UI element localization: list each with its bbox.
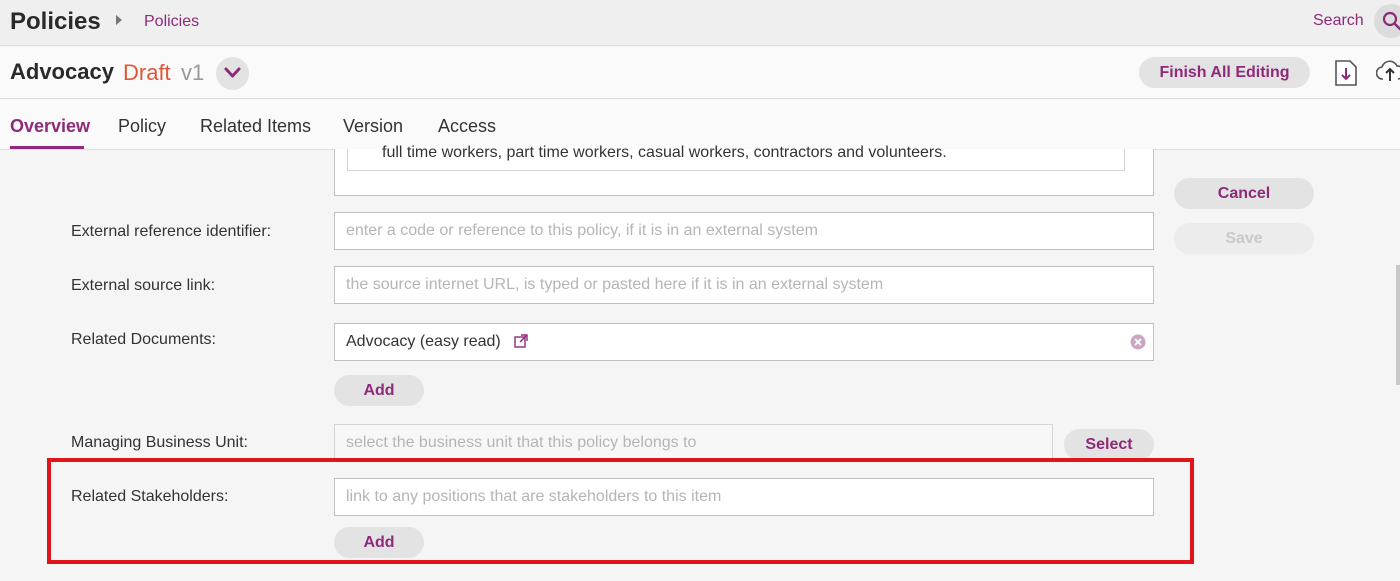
managing-business-unit-input[interactable]: [334, 424, 1053, 462]
version-dropdown-button[interactable]: [216, 57, 249, 90]
search-button[interactable]: [1374, 4, 1400, 38]
save-button[interactable]: Save: [1174, 223, 1314, 254]
top-bar: Policies Policies Search: [0, 0, 1400, 46]
external-source-link-label: External source link:: [71, 277, 216, 294]
description-list: full time workers, part time workers, ca…: [347, 144, 1125, 171]
tab-policy[interactable]: Policy: [118, 116, 166, 137]
tab-version[interactable]: Version: [343, 116, 403, 137]
search-icon: [1382, 11, 1400, 31]
document-version: v1: [181, 60, 205, 85]
tab-access[interactable]: Access: [438, 116, 496, 137]
breadcrumb-policies-link[interactable]: Policies: [144, 13, 199, 31]
document-name: Advocacy: [10, 59, 114, 84]
scrollbar-thumb[interactable]: [1396, 265, 1400, 385]
external-link-icon[interactable]: [514, 334, 528, 348]
cancel-button[interactable]: Cancel: [1174, 178, 1314, 209]
description-editor[interactable]: full time workers, part time workers, ca…: [334, 144, 1154, 196]
chevron-down-icon: [224, 67, 241, 78]
highlight-annotation-box: [47, 458, 1194, 564]
related-document-link[interactable]: Advocacy (easy read): [346, 333, 501, 351]
overview-form: full time workers, part time workers, ca…: [0, 144, 1400, 581]
app-title: Policies: [10, 8, 101, 35]
document-title-bar: Advocacy Draft v1 Finish All Editing: [0, 47, 1400, 99]
add-related-document-button[interactable]: Add: [334, 375, 424, 406]
external-source-link-input[interactable]: [334, 266, 1154, 304]
download-icon[interactable]: [1334, 59, 1358, 87]
description-text: full time workers, part time workers, ca…: [382, 144, 947, 161]
breadcrumb-arrow-icon: [116, 15, 122, 25]
document-status: Draft: [123, 60, 171, 85]
related-documents-field: Advocacy (easy read): [334, 323, 1154, 361]
external-reference-input[interactable]: [334, 212, 1154, 250]
related-documents-label: Related Documents:: [71, 331, 216, 348]
search-link[interactable]: Search: [1313, 12, 1364, 30]
external-reference-label: External reference identifier:: [71, 223, 272, 240]
finish-all-editing-button[interactable]: Finish All Editing: [1139, 57, 1310, 88]
tab-related-items[interactable]: Related Items: [200, 116, 311, 137]
remove-document-icon[interactable]: [1130, 334, 1146, 350]
managing-business-unit-label: Managing Business Unit:: [71, 434, 248, 451]
select-business-unit-button[interactable]: Select: [1064, 429, 1154, 460]
upload-cloud-icon[interactable]: [1376, 59, 1400, 85]
tab-bar: Overview Policy Related Items Version Ac…: [0, 100, 1400, 150]
tab-overview[interactable]: Overview: [10, 116, 90, 137]
active-tab-indicator: [10, 146, 84, 149]
